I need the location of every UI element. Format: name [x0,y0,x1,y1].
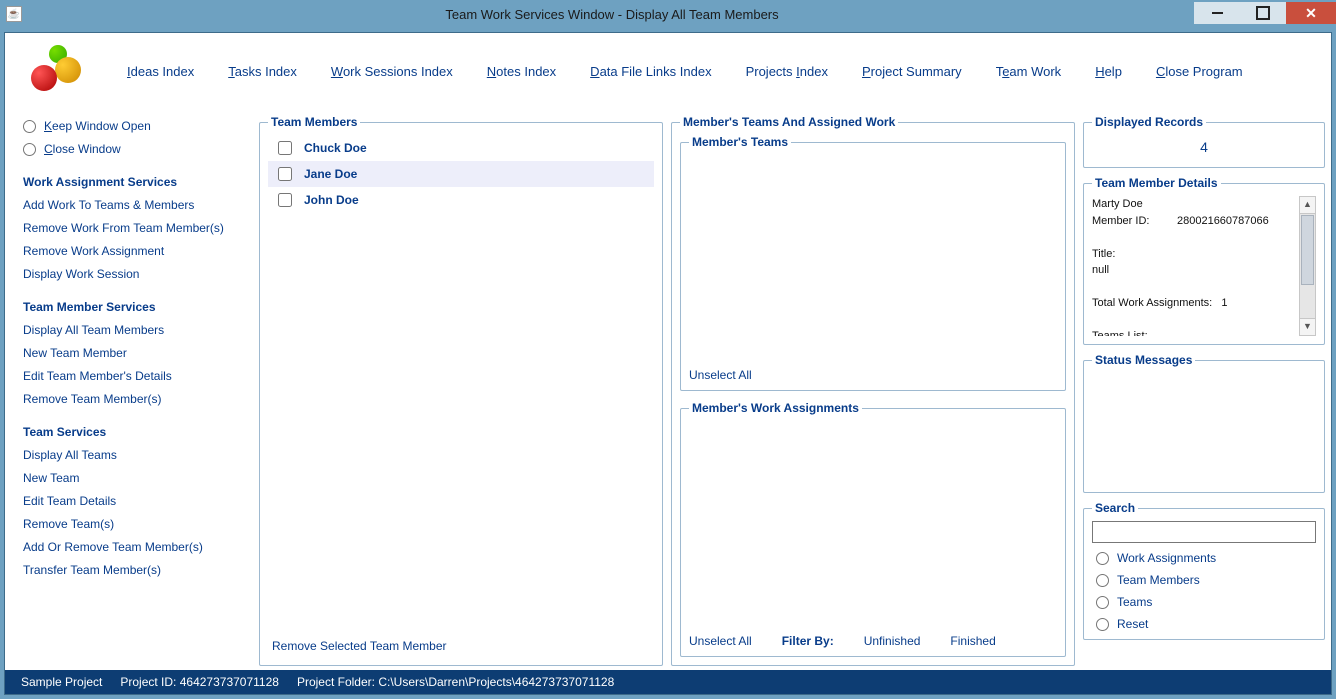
link-display-all-members[interactable]: Display All Team Members [23,323,247,337]
member-row[interactable]: Jane Doe [268,161,654,187]
link-display-work-session[interactable]: Display Work Session [23,267,247,281]
link-transfer-members[interactable]: Transfer Team Member(s) [23,563,247,577]
section-work-assignment-services: Work Assignment Services [23,175,247,189]
member-checkbox[interactable] [278,141,292,155]
menu-notes-index[interactable]: Notes Index [487,64,556,79]
link-display-all-teams[interactable]: Display All Teams [23,448,247,462]
member-checkbox[interactable] [278,167,292,181]
detail-total-value: 1 [1221,297,1227,309]
menu-help[interactable]: Help [1095,64,1122,79]
status-messages-legend: Status Messages [1092,353,1195,367]
menu-projects-index[interactable]: Projects Index [746,64,828,79]
member-name: Chuck Doe [304,141,367,155]
menu-close-program[interactable]: Close Program [1156,64,1243,79]
status-bar: Sample Project Project ID: 4642737370711… [5,670,1331,694]
member-work-list [689,421,1057,630]
assigned-work-panel: Member's Teams And Assigned Work Member'… [671,115,1075,666]
menu-ideas-index[interactable]: Ideas Index [127,64,194,79]
status-project-id-label: Project ID: [120,675,176,689]
close-button[interactable] [1286,2,1336,24]
window-controls [1194,2,1336,24]
link-add-work[interactable]: Add Work To Teams & Members [23,198,247,212]
title-bar: ☕ Team Work Services Window - Display Al… [0,0,1336,28]
assigned-legend: Member's Teams And Assigned Work [680,115,898,129]
link-remove-teams[interactable]: Remove Team(s) [23,517,247,531]
member-work-legend: Member's Work Assignments [689,401,862,415]
link-new-member[interactable]: New Team Member [23,346,247,360]
menu-bar: Ideas Index Tasks Index Work Sessions In… [5,33,1331,115]
menu-project-summary[interactable]: Project Summary [862,64,962,79]
link-new-team[interactable]: New Team [23,471,247,485]
filter-finished-link[interactable]: Finished [950,634,995,648]
remove-selected-member-link[interactable]: Remove Selected Team Member [268,631,654,657]
detail-member-id: 280021660787066 [1177,215,1269,227]
search-opt-teams[interactable]: Teams [1096,595,1316,609]
link-edit-team-details[interactable]: Edit Team Details [23,494,247,508]
member-name: John Doe [304,193,359,207]
status-project-id: 464273737071128 [180,675,279,689]
link-add-remove-members[interactable]: Add Or Remove Team Member(s) [23,540,247,554]
search-opt-reset[interactable]: Reset [1096,617,1316,631]
app-logo-icon [25,43,85,99]
member-details-body: Marty Doe Member ID: 280021660787066 Tit… [1092,196,1316,336]
search-opt-team-members[interactable]: Team Members [1096,573,1316,587]
sidebar: Keep Window Open Close Window Work Assig… [11,115,251,666]
displayed-records-legend: Displayed Records [1092,115,1206,129]
window-title: Team Work Services Window - Display All … [30,7,1194,22]
client-area: Ideas Index Tasks Index Work Sessions In… [4,32,1332,695]
team-members-legend: Team Members [268,115,360,129]
filter-unfinished-link[interactable]: Unfinished [864,634,921,648]
member-checkbox[interactable] [278,193,292,207]
search-options: Work Assignments Team Members Teams Rese… [1092,551,1316,631]
detail-name: Marty Doe [1092,196,1296,213]
java-icon: ☕ [6,6,22,22]
unselect-all-teams-link[interactable]: Unselect All [689,368,752,382]
link-remove-members[interactable]: Remove Team Member(s) [23,392,247,406]
menu-data-file-links-index[interactable]: Data File Links Index [590,64,711,79]
filter-by-label: Filter By: [782,634,834,648]
search-opt-work-assignments[interactable]: Work Assignments [1096,551,1316,565]
right-panel: Displayed Records 4 Team Member Details … [1083,115,1325,666]
link-remove-work-from-members[interactable]: Remove Work From Team Member(s) [23,221,247,235]
detail-title-value: null [1092,262,1296,279]
detail-member-id-label: Member ID: [1092,215,1149,227]
scroll-up-icon[interactable]: ▲ [1300,197,1315,214]
details-scrollbar[interactable]: ▲ ▼ [1299,196,1316,336]
member-details-legend: Team Member Details [1092,176,1221,190]
maximize-button[interactable] [1240,2,1286,24]
menu-tasks-index[interactable]: Tasks Index [228,64,297,79]
section-team-services: Team Services [23,425,247,439]
search-input[interactable] [1092,521,1316,543]
close-window-radio[interactable]: Close Window [23,142,247,156]
member-name: Jane Doe [304,167,357,181]
member-teams-legend: Member's Teams [689,135,791,149]
team-members-list: Chuck Doe Jane Doe John Doe [268,135,654,631]
unselect-all-work-link[interactable]: Unselect All [689,634,752,648]
section-team-member-services: Team Member Services [23,300,247,314]
menu-team-work[interactable]: Team Work [996,64,1062,79]
member-row[interactable]: Chuck Doe [268,135,654,161]
minimize-button[interactable] [1194,2,1240,24]
app-window: ☕ Team Work Services Window - Display Al… [0,0,1336,699]
status-project-name: Sample Project [21,675,102,689]
status-project-folder-label: Project Folder: [297,675,375,689]
detail-title-label: Title: [1092,246,1296,263]
displayed-records-count: 4 [1092,135,1316,159]
scroll-down-icon[interactable]: ▼ [1300,318,1315,335]
keep-window-open-radio[interactable]: Keep Window Open [23,119,247,133]
scroll-thumb[interactable] [1301,215,1314,285]
member-teams-list [689,155,1057,364]
status-project-folder: C:\Users\Darren\Projects\464273737071128 [378,675,614,689]
detail-total-label: Total Work Assignments: [1092,297,1212,309]
search-legend: Search [1092,501,1138,515]
menu-work-sessions-index[interactable]: Work Sessions Index [331,64,453,79]
link-edit-member-details[interactable]: Edit Team Member's Details [23,369,247,383]
member-row[interactable]: John Doe [268,187,654,213]
link-remove-work-assignment[interactable]: Remove Work Assignment [23,244,247,258]
team-members-panel: Team Members Chuck Doe Jane Doe John [259,115,663,666]
workspace: Keep Window Open Close Window Work Assig… [5,115,1331,670]
detail-teams-list-label: Teams List: [1092,328,1296,336]
